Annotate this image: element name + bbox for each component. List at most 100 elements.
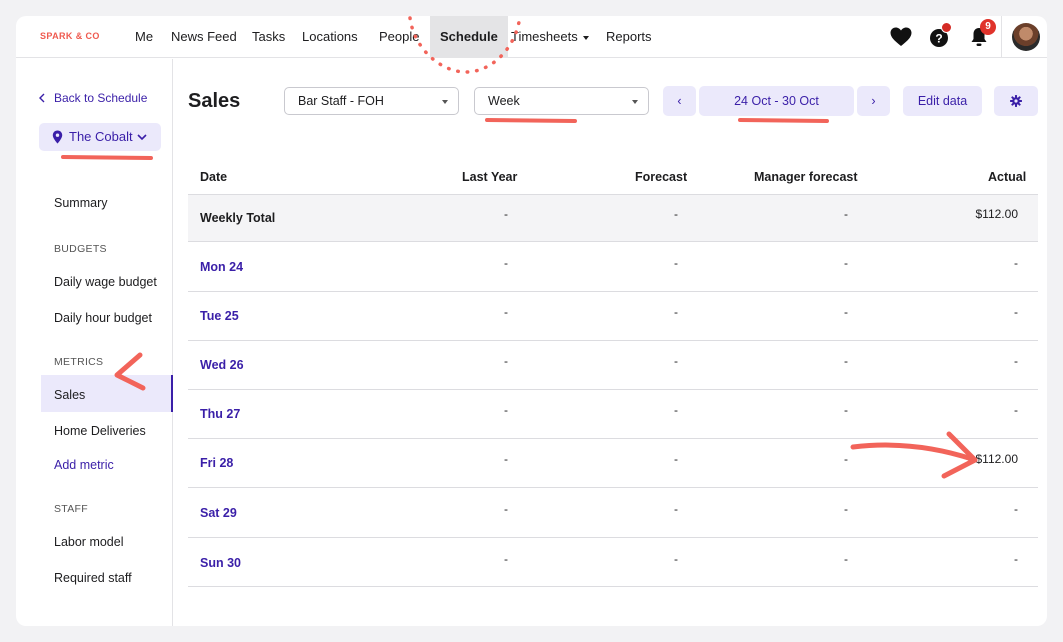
chevron-down-icon [582, 35, 589, 40]
col-forecast: Forecast [635, 170, 688, 184]
row-date[interactable]: Wed 26 [200, 358, 244, 372]
row-last-year: - [504, 256, 508, 270]
chevron-left-icon [39, 93, 45, 103]
nav-people[interactable]: People [379, 16, 419, 58]
row-date[interactable]: Tue 25 [200, 309, 239, 323]
gear-icon [1010, 95, 1022, 107]
svg-text:?: ? [935, 32, 942, 46]
nav-reports[interactable]: Reports [606, 16, 652, 58]
col-actual: Actual [988, 170, 1027, 184]
row-date[interactable]: Fri 28 [200, 456, 233, 470]
row-manager-forecast: - [844, 403, 848, 417]
row-date[interactable]: Sat 29 [200, 506, 237, 520]
nav-locations[interactable]: Locations [302, 16, 358, 58]
row-forecast: - [674, 403, 678, 417]
row-last-year: - [504, 452, 508, 466]
nav-divider [1001, 16, 1002, 58]
heart-icon[interactable] [889, 25, 913, 49]
team-select-value: Bar Staff - FOH [298, 94, 384, 108]
notification-badge: 9 [980, 19, 996, 35]
budgets-heading: BUDGETS [54, 243, 107, 255]
row-date[interactable]: Thu 27 [200, 407, 240, 421]
brand-logo[interactable]: SPARK & CO [40, 31, 100, 41]
app-window: SPARK & CO Me News Feed Tasks Locations … [16, 16, 1047, 626]
table-row: Tue 25 - - - - [188, 292, 1038, 341]
col-date: Date [200, 170, 228, 184]
period-select[interactable]: Week [474, 87, 649, 115]
row-last-year: - [504, 502, 508, 516]
row-actual: $112.00 [975, 207, 1019, 221]
add-metric-link[interactable]: Add metric [54, 458, 114, 472]
col-last-year: Last Year [462, 170, 518, 184]
avatar[interactable] [1012, 23, 1040, 51]
row-forecast: - [674, 502, 678, 516]
row-forecast: - [674, 452, 678, 466]
dropdown-arrow-icon [442, 100, 448, 104]
sidebar-item-required-staff[interactable]: Required staff [54, 571, 132, 585]
row-last-year: - [504, 207, 508, 221]
row-manager-forecast: - [844, 552, 848, 566]
table-row: Fri 28 - - - $112.00 [188, 439, 1038, 488]
top-nav: SPARK & CO Me News Feed Tasks Locations … [16, 16, 1047, 58]
row-forecast: - [674, 207, 678, 221]
row-last-year: - [504, 354, 508, 368]
edit-data-button[interactable]: Edit data [903, 86, 982, 116]
location-pin-icon [52, 130, 63, 144]
row-manager-forecast: - [844, 207, 848, 221]
table-row: Weekly Total - - - $112.00 [188, 195, 1038, 242]
row-manager-forecast: - [844, 256, 848, 270]
row-forecast: - [674, 552, 678, 566]
nav-me[interactable]: Me [135, 16, 153, 58]
help-alert-dot [941, 22, 952, 33]
row-forecast: - [674, 256, 678, 270]
next-week-button[interactable]: › [857, 86, 890, 116]
location-name: The Cobalt [69, 129, 133, 144]
team-select[interactable]: Bar Staff - FOH [284, 87, 459, 115]
row-date[interactable]: Sun 30 [200, 556, 241, 570]
location-selector[interactable]: The Cobalt [39, 123, 161, 151]
row-actual: - [1014, 256, 1018, 270]
row-actual: - [1014, 552, 1018, 566]
nav-news-feed[interactable]: News Feed [171, 16, 237, 58]
nav-schedule[interactable]: Schedule [430, 16, 508, 58]
prev-week-button[interactable]: ‹ [663, 86, 696, 116]
nav-timesheets-label: Timesheets [511, 29, 578, 44]
sidebar-item-home-deliveries[interactable]: Home Deliveries [54, 424, 146, 438]
row-forecast: - [674, 354, 678, 368]
row-manager-forecast: - [844, 452, 848, 466]
sidebar-item-sales[interactable]: Sales [54, 388, 85, 402]
row-last-year: - [504, 403, 508, 417]
nav-timesheets[interactable]: Timesheets [511, 16, 589, 58]
staff-heading: STAFF [54, 503, 88, 515]
chevron-down-icon [137, 134, 147, 141]
row-last-year: - [504, 305, 508, 319]
period-select-value: Week [488, 94, 520, 108]
row-actual: - [1014, 502, 1018, 516]
sidebar-item-daily-hour-budget[interactable]: Daily hour budget [54, 311, 152, 325]
row-manager-forecast: - [844, 305, 848, 319]
col-manager-forecast: Manager forecast [754, 170, 858, 184]
row-manager-forecast: - [844, 502, 848, 516]
row-actual: $112.00 [975, 452, 1019, 466]
sidebar-item-labor-model[interactable]: Labor model [54, 535, 124, 549]
settings-button[interactable] [994, 86, 1038, 116]
metrics-heading: METRICS [54, 356, 104, 368]
row-last-year: - [504, 552, 508, 566]
sidebar: Back to Schedule The Cobalt Summary BUDG… [16, 59, 173, 626]
dropdown-arrow-icon [632, 100, 638, 104]
table-row: Wed 26 - - - - [188, 341, 1038, 390]
table-row: Sun 30 - - - - [188, 538, 1038, 587]
nav-tasks[interactable]: Tasks [252, 16, 285, 58]
table-row: Sat 29 - - - - [188, 488, 1038, 538]
row-actual: - [1014, 305, 1018, 319]
sidebar-item-summary[interactable]: Summary [54, 196, 107, 210]
row-date[interactable]: Mon 24 [200, 260, 243, 274]
sidebar-item-daily-wage-budget[interactable]: Daily wage budget [54, 275, 157, 289]
row-actual: - [1014, 403, 1018, 417]
row-forecast: - [674, 305, 678, 319]
back-to-schedule-link[interactable]: Back to Schedule [54, 91, 147, 105]
row-date: Weekly Total [200, 211, 276, 225]
table-row: Thu 27 - - - - [188, 390, 1038, 439]
row-manager-forecast: - [844, 354, 848, 368]
date-range-button[interactable]: 24 Oct - 30 Oct [699, 86, 854, 116]
